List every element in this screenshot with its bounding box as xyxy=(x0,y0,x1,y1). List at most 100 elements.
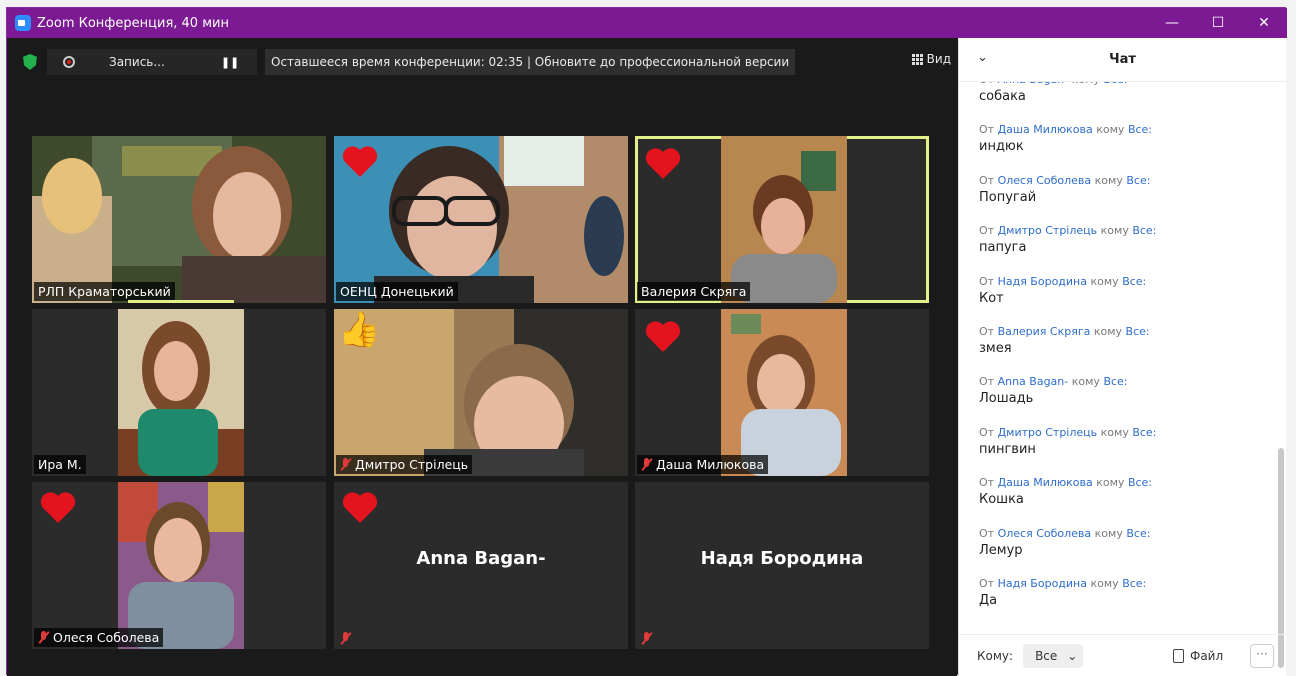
chevron-down-icon: ⌄ xyxy=(1067,648,1078,663)
video-tile-5[interactable]: 👍 Дмитро Стрілець xyxy=(334,309,628,476)
sender-name[interactable]: Anna Bagan- xyxy=(998,82,1069,86)
maximize-button[interactable]: ☐ xyxy=(1195,8,1241,38)
chat-message-text: индюк xyxy=(979,139,1024,155)
recipient-label: Кому: xyxy=(977,648,1014,663)
sender-name[interactable]: Anna Bagan- xyxy=(998,375,1069,388)
chat-message-header: От Олеся Соболева кому Все: xyxy=(979,526,1274,542)
participant-name-tag: Олеся Соболева xyxy=(34,628,164,647)
participant-name-tag: ОЕНЦ Донецький xyxy=(336,282,458,301)
participant-video xyxy=(118,482,244,649)
chat-message-text: папуга xyxy=(979,240,1027,256)
zoom-app-icon xyxy=(15,15,31,31)
video-tile-3[interactable]: Валерия Скряга xyxy=(635,136,929,303)
recipient-name[interactable]: Все: xyxy=(1128,476,1152,489)
muted-mic-icon xyxy=(340,632,351,645)
video-tile-6[interactable]: Даша Милюкова xyxy=(635,309,929,476)
recipient-select[interactable]: Все ⌄ xyxy=(1023,643,1084,668)
to-word: кому xyxy=(1096,476,1125,490)
close-button[interactable]: ✕ xyxy=(1241,8,1287,38)
to-word: кому xyxy=(1100,425,1129,439)
sender-name[interactable]: Дмитро Стрілець xyxy=(998,224,1098,237)
chat-message: От Дмитро Стрілець кому Все: пингвин xyxy=(979,425,1274,475)
from-word: От xyxy=(979,476,995,490)
chat-message-text: пингвин xyxy=(979,441,1036,457)
chat-message: От Валерия Скряга кому Все: змея xyxy=(979,324,1274,374)
participant-name: Даша Милюкова xyxy=(656,457,765,472)
video-tile-7[interactable]: Олеся Соболева xyxy=(32,482,326,649)
chat-message-text: Да xyxy=(979,592,998,608)
file-button[interactable]: Файл xyxy=(1173,648,1223,663)
recipient-name[interactable]: Все: xyxy=(1103,375,1127,388)
video-tile-2[interactable]: ОЕНЦ Донецький xyxy=(334,136,628,303)
record-label: Запись... xyxy=(109,55,165,69)
chat-title: Чат xyxy=(1109,52,1136,67)
sender-name[interactable]: Олеся Соболева xyxy=(998,174,1092,187)
chat-message-header: От Даша Милюкова кому Все: xyxy=(979,122,1274,138)
from-word: От xyxy=(979,224,995,238)
pause-recording-button[interactable]: ❚❚ xyxy=(221,56,239,69)
participant-video xyxy=(32,136,326,303)
chat-message-text: Лошадь xyxy=(979,391,1034,407)
heart-reaction-icon xyxy=(645,148,681,179)
participant-video xyxy=(721,309,847,476)
sender-name[interactable]: Надя Бородина xyxy=(998,275,1087,288)
chat-message-header: От Даша Милюкова кому Все: xyxy=(979,475,1274,491)
recipient-name[interactable]: Все: xyxy=(1128,123,1152,136)
video-tile-9[interactable]: Надя Бородина xyxy=(635,482,929,649)
chat-message-header: От Надя Бородина кому Все: xyxy=(979,274,1274,290)
chat-message-text: собака xyxy=(979,89,1026,104)
recipient-value: Все xyxy=(1035,648,1058,663)
to-word: кому xyxy=(1096,123,1125,137)
video-tile-1[interactable]: РЛП Краматорський xyxy=(32,136,326,303)
file-icon xyxy=(1173,648,1184,663)
more-options-button[interactable]: ··· xyxy=(1250,643,1274,668)
recipient-name[interactable]: Все: xyxy=(1126,174,1150,187)
recipient-name[interactable]: Все: xyxy=(1103,82,1127,86)
to-word: кому xyxy=(1094,173,1123,187)
chat-message-header: От Anna Bagan- кому Все: xyxy=(979,374,1274,390)
recipient-name[interactable]: Все: xyxy=(1122,275,1146,288)
chat-message-header: От Надя Бородина кому Все: xyxy=(979,576,1274,592)
participant-name-tag xyxy=(336,630,355,647)
heart-reaction-icon xyxy=(342,146,378,177)
sender-name[interactable]: Валерия Скряга xyxy=(998,325,1091,338)
recording-indicator: Запись... ❚❚ xyxy=(47,49,257,75)
to-word: кому xyxy=(1090,274,1119,288)
shield-icon[interactable] xyxy=(23,54,37,70)
sender-name[interactable]: Даша Милюкова xyxy=(998,123,1093,136)
meeting-area: Запись... ❚❚ Оставшееся время конференци… xyxy=(7,38,957,676)
thumbs-up-reaction-icon: 👍 xyxy=(338,310,381,350)
participant-name-tag: РЛП Краматорський xyxy=(34,282,175,301)
sender-name[interactable]: Дмитро Стрілець xyxy=(998,426,1098,439)
from-word: От xyxy=(979,173,995,187)
chat-message: От Даша Милюкова кому Все: индюк xyxy=(979,122,1274,172)
muted-mic-icon xyxy=(641,632,652,645)
sender-name[interactable]: Олеся Соболева xyxy=(998,527,1092,540)
view-label: Вид xyxy=(926,52,951,66)
recipient-name[interactable]: Все: xyxy=(1126,527,1150,540)
recipient-name[interactable]: Все: xyxy=(1132,426,1156,439)
chat-message: От Олеся Соболева кому Все: Лемур xyxy=(979,526,1274,576)
recipient-name[interactable]: Все: xyxy=(1122,577,1146,590)
chat-message-list[interactable]: От Anna Bagan- кому Все: собака От Даша Ми… xyxy=(959,82,1277,632)
participant-name: Ира М. xyxy=(38,457,82,472)
time-remaining-banner[interactable]: Оставшееся время конференции: 02:35 | Об… xyxy=(265,49,796,75)
minimize-button[interactable]: — xyxy=(1149,8,1195,38)
participant-name: Валерия Скряга xyxy=(641,284,747,299)
chat-messages: От Anna Bagan- кому Все: собака От Даша Ми… xyxy=(979,82,1274,626)
chat-message: От Даша Милюкова кому Все: Кошка xyxy=(979,475,1274,525)
chat-message: От Anna Bagan- кому Все: Лошадь xyxy=(979,374,1274,424)
chat-message-header: От Валерия Скряга кому Все: xyxy=(979,324,1274,340)
sender-name[interactable]: Даша Милюкова xyxy=(998,476,1093,489)
video-tile-8[interactable]: Anna Bagan- xyxy=(334,482,628,649)
sender-name[interactable]: Надя Бородина xyxy=(998,577,1087,590)
recipient-name[interactable]: Все: xyxy=(1126,325,1150,338)
video-tile-4[interactable]: Ира М. xyxy=(32,309,326,476)
to-word: кому xyxy=(1094,526,1123,540)
participant-name: Дмитро Стрілець xyxy=(355,457,469,472)
view-button[interactable]: Вид xyxy=(911,52,951,66)
participant-name-tag xyxy=(637,630,656,647)
to-word: кому xyxy=(1071,375,1100,389)
participant-name: РЛП Краматорський xyxy=(38,284,171,299)
recipient-name[interactable]: Все: xyxy=(1132,224,1156,237)
